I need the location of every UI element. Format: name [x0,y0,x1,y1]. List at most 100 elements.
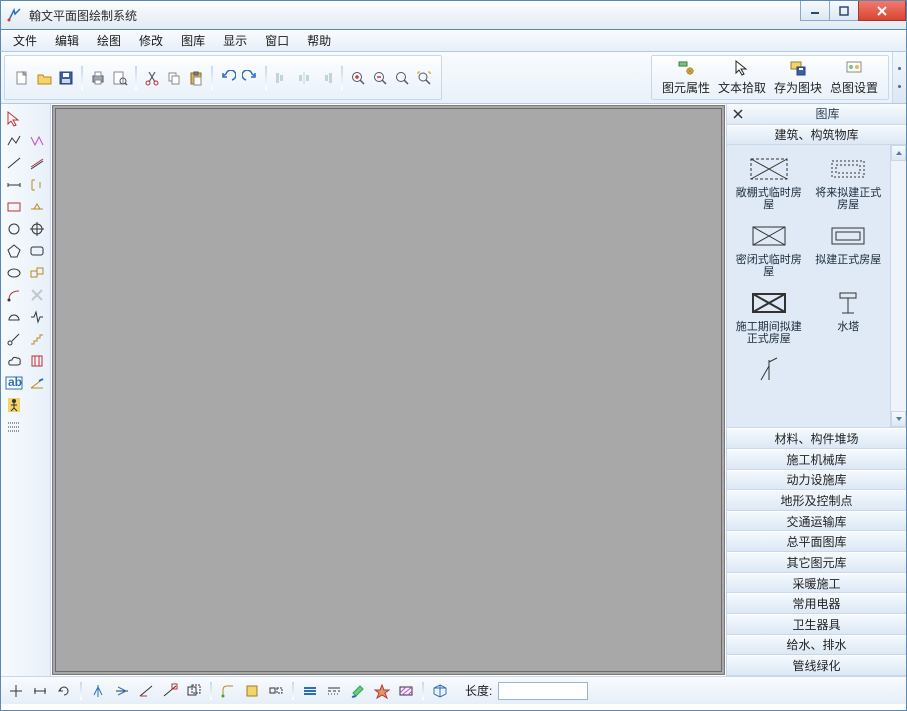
zoom-extents-button[interactable] [413,67,435,89]
person-tool[interactable] [3,394,26,416]
lib-item-2[interactable]: 密闭式临时房屋 [731,220,807,285]
polygon-tool[interactable] [3,240,26,262]
gate-tool[interactable] [26,350,49,372]
save-block-button[interactable]: 存为图块 [770,56,826,100]
lib-item-6[interactable] [731,354,807,419]
linetype-button[interactable] [323,681,345,701]
lib-item-3[interactable]: 拟建正式房屋 [811,220,887,285]
section-4[interactable]: 地形及控制点 [727,490,906,511]
paint-button[interactable] [347,681,369,701]
block-tool[interactable] [26,262,49,284]
wave-tool[interactable] [26,306,49,328]
mirror-h-button[interactable] [111,681,133,701]
hatch-button[interactable] [395,681,417,701]
rounded-rect-tool[interactable] [26,240,49,262]
section-7[interactable]: 其它图元库 [727,552,906,573]
element-properties-button[interactable]: 图元属性 [658,56,714,100]
open-button[interactable] [33,67,55,89]
minimize-button[interactable] [800,1,830,21]
lib-item-1[interactable]: 将来拟建正式房屋 [811,153,887,218]
offset-button[interactable] [183,681,205,701]
section-10[interactable]: 卫生器具 [727,614,906,635]
rectangle-tool[interactable] [3,196,26,218]
menu-library[interactable]: 图库 [173,30,213,51]
undo-button[interactable] [217,67,239,89]
section-6[interactable]: 总平面图库 [727,531,906,552]
gallery-scrollbar[interactable] [890,145,906,427]
lib-item-5[interactable]: 水塔 [811,287,887,352]
menu-draw[interactable]: 绘图 [89,30,129,51]
line-tool[interactable] [3,152,26,174]
section-11[interactable]: 给水、排水 [727,635,906,656]
paste-button[interactable] [185,67,207,89]
leader-tool[interactable] [3,328,26,350]
menu-edit[interactable]: 编辑 [47,30,87,51]
section-1[interactable]: 材料、构件堆场 [727,428,906,449]
elevation-tool[interactable] [26,196,49,218]
polyline-tool[interactable] [3,130,26,152]
chamfer-button[interactable] [241,681,263,701]
slope-tool[interactable] [26,372,49,394]
text-tool[interactable]: ab [3,372,26,394]
snap-endpoint-button[interactable] [5,681,27,701]
parallel-tool[interactable] [26,152,49,174]
toolbar-overflow[interactable] [892,52,906,103]
circle-tool[interactable] [3,218,26,240]
snap-mid-button[interactable] [29,681,51,701]
zigzag-tool[interactable] [26,130,49,152]
layer-button[interactable] [299,681,321,701]
section-5[interactable]: 交通运输库 [727,511,906,532]
stairs-tool[interactable] [26,328,49,350]
zoom-button[interactable] [391,67,413,89]
new-file-button[interactable] [11,67,33,89]
panel-close-button[interactable] [727,108,749,120]
cut-button[interactable] [141,67,163,89]
section-9[interactable]: 常用电器 [727,593,906,614]
cloud-tool[interactable] [3,350,26,372]
semicircle-tool[interactable] [3,306,26,328]
copy-button[interactable] [163,67,185,89]
align-left-button[interactable] [271,67,293,89]
grid-tool[interactable] [3,416,26,438]
print-preview-button[interactable] [109,67,131,89]
fillet-button[interactable] [217,681,239,701]
zoom-in-button[interactable] [347,67,369,89]
menu-file[interactable]: 文件 [5,30,45,51]
dimension-v-tool[interactable] [26,174,49,196]
scroll-down-icon[interactable] [891,411,906,427]
align-center-button[interactable] [293,67,315,89]
target-tool[interactable] [26,218,49,240]
menu-window[interactable]: 窗口 [257,30,297,51]
scroll-up-icon[interactable] [891,145,906,161]
snap-rotate-button[interactable] [53,681,75,701]
arc-tool[interactable] [3,284,26,306]
lib-item-0[interactable]: 敞棚式临时房屋 [731,153,807,218]
section-3[interactable]: 动力设施库 [727,470,906,491]
mirror-v-button[interactable] [87,681,109,701]
lib-item-4[interactable]: 施工期间拟建正式房屋 [731,287,807,352]
trim-button[interactable] [135,681,157,701]
menu-display[interactable]: 显示 [215,30,255,51]
array-button[interactable] [265,681,287,701]
section-12[interactable]: 管线绿化 [727,655,906,676]
section-active[interactable]: 建筑、构筑物库 [727,125,906,146]
align-right-button[interactable] [315,67,337,89]
global-settings-button[interactable]: 总图设置 [826,56,882,100]
text-pick-button[interactable]: 文本拾取 [714,56,770,100]
section-8[interactable]: 采暖施工 [727,573,906,594]
ellipse-tool[interactable] [3,262,26,284]
save-button[interactable] [55,67,77,89]
explode-button[interactable] [371,681,393,701]
menu-modify[interactable]: 修改 [131,30,171,51]
menu-help[interactable]: 帮助 [299,30,339,51]
section-2[interactable]: 施工机械库 [727,449,906,470]
extend-button[interactable] [159,681,181,701]
close-button[interactable] [858,1,906,21]
zoom-out-button[interactable] [369,67,391,89]
3d-view-button[interactable] [429,681,451,701]
dimension-h-tool[interactable] [3,174,26,196]
print-button[interactable] [87,67,109,89]
drawing-canvas[interactable] [52,105,725,675]
length-input[interactable] [498,682,588,700]
redo-button[interactable] [239,67,261,89]
